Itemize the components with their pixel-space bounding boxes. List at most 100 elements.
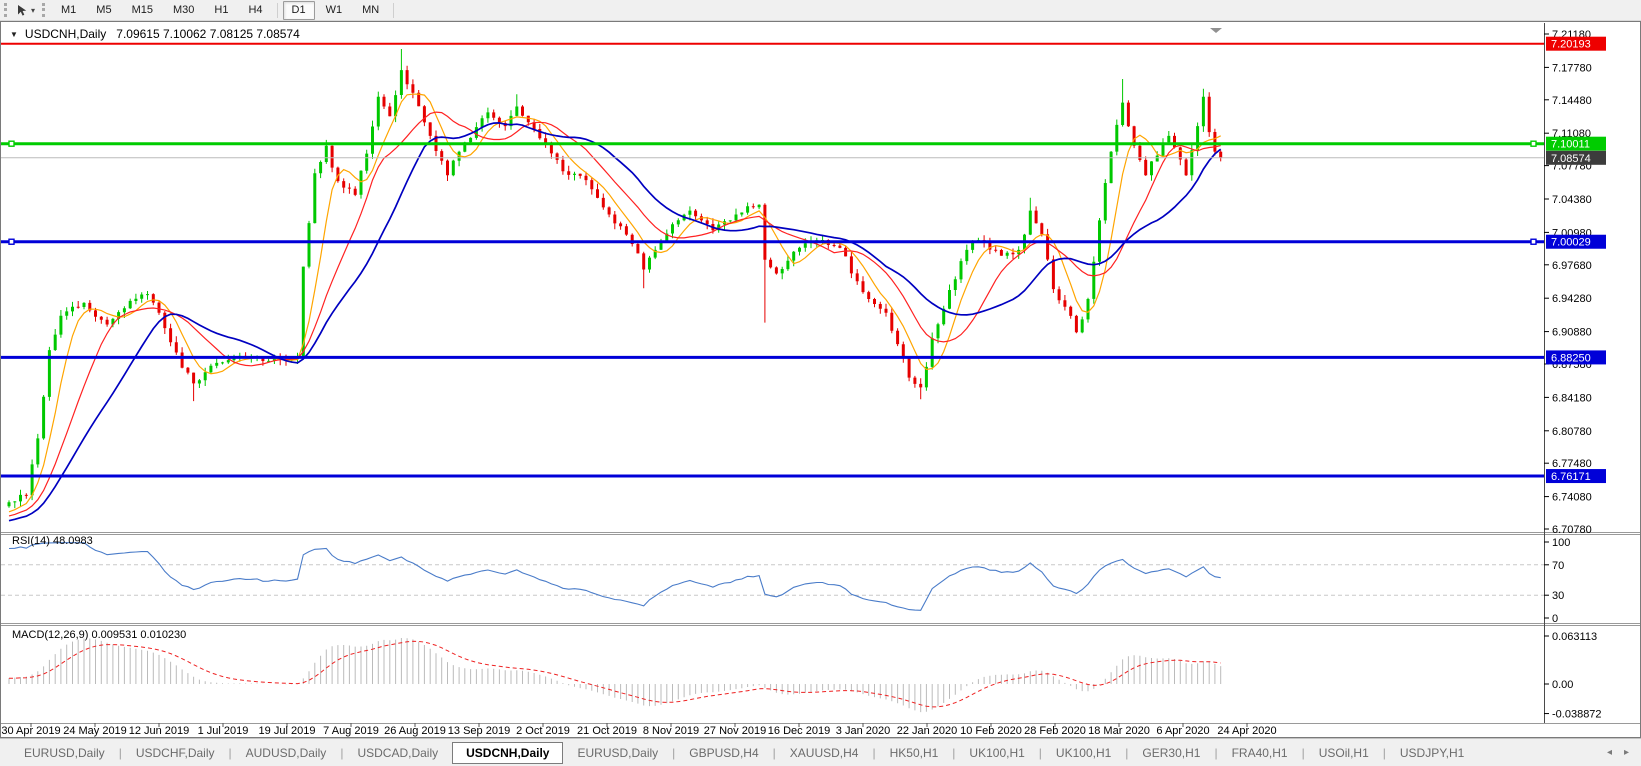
date-label: 8 Nov 2019	[643, 725, 699, 737]
timeframe-button-d1[interactable]: D1	[283, 1, 315, 20]
cursor-dropdown-icon[interactable]: ▾	[31, 6, 35, 15]
date-label: 1 Jul 2019	[198, 725, 249, 737]
tab-fra40-h1-12[interactable]: FRA40,H1	[1218, 742, 1302, 764]
level-lines	[1, 44, 1544, 476]
cursor-icon	[16, 4, 28, 17]
price-box-6.76171: 6.76171	[1546, 469, 1606, 483]
svg-text:7.20193: 7.20193	[1551, 39, 1591, 51]
timeframe-button-mn[interactable]: MN	[353, 1, 388, 20]
chart-symbol-label: USDCNH,Daily	[25, 27, 106, 41]
price-tick-label: 7.04380	[1552, 194, 1592, 206]
tab-eurusd-daily-0[interactable]: EURUSD,Daily	[10, 742, 119, 764]
timeframe-button-m1[interactable]: M1	[52, 1, 85, 20]
timeframe-button-w1[interactable]: W1	[317, 1, 352, 20]
hline-handle-right-7.10011[interactable]	[1531, 141, 1536, 146]
tabs-scroll-right-button[interactable]: ▸	[1624, 747, 1629, 758]
date-label: 10 Feb 2020	[960, 725, 1022, 737]
tab-uk100-h1-9[interactable]: UK100,H1	[955, 742, 1038, 764]
price-box-7.00029: 7.00029	[1546, 235, 1606, 249]
timeframe-button-h1[interactable]: H1	[205, 1, 237, 20]
chart-window: 7.211807.177807.144807.110807.077807.043…	[0, 21, 1641, 738]
svg-text:7.10011: 7.10011	[1551, 139, 1590, 151]
timeframe-button-m5[interactable]: M5	[87, 1, 120, 20]
rsi-tick-label: 30	[1552, 590, 1564, 602]
tab-hk50-h1-8[interactable]: HK50,H1	[876, 742, 953, 764]
tab-eurusd-daily-5[interactable]: EURUSD,Daily	[563, 742, 672, 764]
hline-handle-right-7.00029[interactable]	[1531, 239, 1536, 244]
tab-audusd-daily-2[interactable]: AUDUSD,Daily	[232, 742, 341, 764]
price-box-7.20193: 7.20193	[1546, 37, 1606, 51]
date-label: 27 Nov 2019	[704, 725, 766, 737]
top-toolbar: ▾ M1M5M15M30H1H4 D1W1MN	[0, 0, 1641, 21]
macd-histogram	[9, 638, 1221, 712]
macd-tick-label: -0.038872	[1552, 709, 1602, 721]
rsi-panel	[1, 543, 1544, 611]
date-label: 13 Sep 2019	[448, 725, 510, 737]
tab-ger30-h1-11[interactable]: GER30,H1	[1128, 742, 1214, 764]
svg-text:7.08574: 7.08574	[1551, 153, 1591, 165]
macd-panel	[9, 638, 1221, 712]
timeframe-button-m30[interactable]: M30	[164, 1, 203, 20]
hline-handle-left-7.10011[interactable]	[9, 141, 14, 146]
toolbar-separator	[393, 3, 394, 18]
price-tick-label: 7.17780	[1552, 62, 1592, 74]
chart-tabs: EURUSD,Daily|USDCHF,Daily|AUDUSD,Daily|U…	[10, 742, 1478, 764]
cursor-tool-button[interactable]: ▾	[13, 3, 38, 18]
tab-uk100-h1-10[interactable]: UK100,H1	[1042, 742, 1125, 764]
date-label: 28 Feb 2020	[1024, 725, 1086, 737]
chart-title: ▼ USDCNH,Daily 7.09615 7.10062 7.08125 7.0…	[10, 27, 300, 41]
toolbar-separator	[277, 3, 278, 18]
timeframe-button-m15[interactable]: M15	[123, 1, 162, 20]
date-label: 6 Apr 2020	[1156, 725, 1209, 737]
chart-ohlc-values: 7.09615 7.10062 7.08125 7.08574	[116, 27, 300, 41]
date-label: 26 Aug 2019	[384, 725, 446, 737]
date-label: 3 Jan 2020	[836, 725, 890, 737]
date-label: 2 Oct 2019	[516, 725, 570, 737]
tab-usdjpy-h1-14[interactable]: USDJPY,H1	[1386, 742, 1478, 764]
tab-usdcad-daily-3[interactable]: USDCAD,Daily	[343, 742, 452, 764]
toolbar-grip-2[interactable]	[42, 3, 45, 17]
macd-tick-label: 0.063113	[1552, 631, 1597, 643]
date-label: 12 Jun 2019	[129, 725, 190, 737]
mt4-terminal: ▾ M1M5M15M30H1H4D1W1MN 7.211807.177807.1…	[0, 0, 1641, 766]
date-label: 7 Aug 2019	[323, 725, 379, 737]
tab-usdchf-daily-1[interactable]: USDCHF,Daily	[122, 742, 229, 764]
price-axis[interactable]: 7.211807.177807.144807.110807.077807.043…	[1544, 23, 1606, 723]
date-label: 30 Apr 2019	[1, 725, 60, 737]
hline-handle-left-7.00029[interactable]	[9, 239, 14, 244]
toolbar-grip[interactable]	[4, 3, 7, 17]
price-tick-label: 6.80780	[1552, 426, 1592, 438]
price-box-6.88250: 6.88250	[1546, 350, 1606, 364]
date-label: 24 Apr 2020	[1217, 725, 1276, 737]
tab-gbpusd-h4-6[interactable]: GBPUSD,H4	[675, 742, 772, 764]
price-tick-label: 6.97680	[1552, 260, 1592, 272]
timeframe-button-h4[interactable]: H4	[239, 1, 271, 20]
price-tick-label: 6.84180	[1552, 392, 1592, 404]
chart-shift-marker[interactable]	[1210, 28, 1222, 33]
tabs-scroll-left-button[interactable]: ◂	[1607, 747, 1612, 758]
price-tick-label: 6.74080	[1552, 492, 1592, 504]
date-label: 16 Dec 2019	[768, 725, 830, 737]
timeframe-button-group: M1M5M15M30H1H4 D1W1MN	[51, 1, 398, 20]
date-label: 18 Mar 2020	[1088, 725, 1150, 737]
chart-tabs-bar: EURUSD,Daily|USDCHF,Daily|AUDUSD,Daily|U…	[0, 738, 1641, 766]
rsi-tick-label: 70	[1552, 560, 1564, 572]
svg-text:6.76171: 6.76171	[1551, 471, 1591, 483]
macd-indicator-label: MACD(12,26,9) 0.009531 0.010230	[12, 629, 186, 641]
price-tick-label: 6.94280	[1552, 293, 1592, 305]
price-tick-label: 6.70780	[1552, 524, 1592, 536]
date-label: 24 May 2019	[63, 725, 127, 737]
current-price-box: 7.08574	[1546, 151, 1606, 165]
tab-usdcnh-daily-4[interactable]: USDCNH,Daily	[452, 742, 563, 764]
date-label: 19 Jul 2019	[259, 725, 316, 737]
svg-text:7.00029: 7.00029	[1551, 237, 1591, 249]
price-tick-label: 6.77480	[1552, 458, 1592, 470]
ma-mid-line	[9, 112, 1221, 516]
collapse-chart-icon[interactable]: ▼	[10, 30, 18, 39]
candles-layer	[8, 49, 1223, 508]
rsi-indicator-label: RSI(14) 48.0983	[12, 535, 93, 547]
price-box-7.10011: 7.10011	[1546, 137, 1606, 151]
rsi-tick-label: 0	[1552, 613, 1558, 625]
tab-xauusd-h4-7[interactable]: XAUUSD,H4	[776, 742, 873, 764]
tab-usoil-h1-13[interactable]: USOil,H1	[1305, 742, 1383, 764]
